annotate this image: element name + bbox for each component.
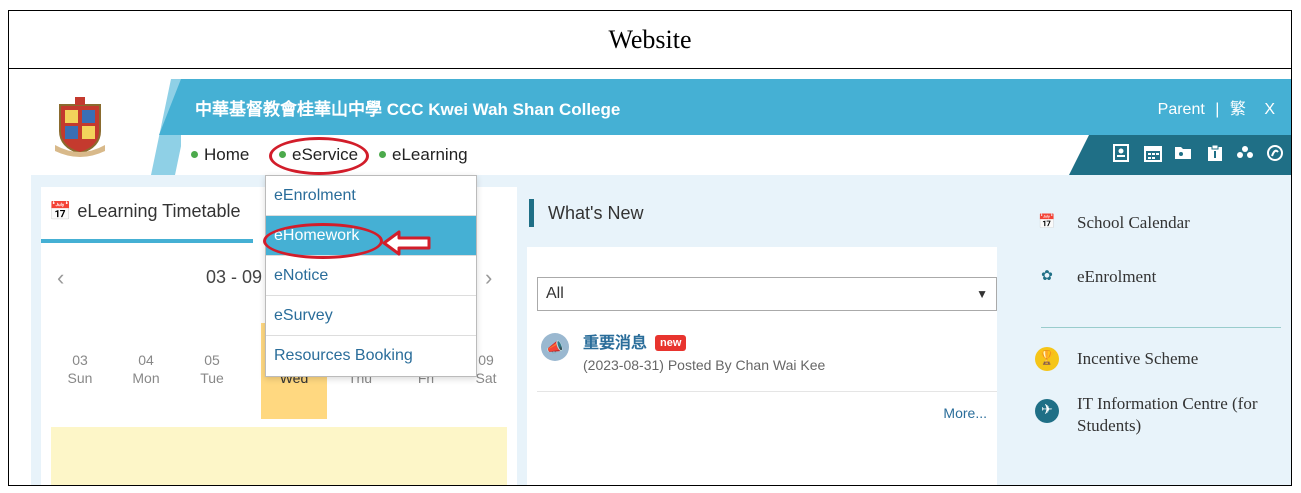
eservice-dropdown-menu: eEnrolment eHomework eNotice eSurvey Res…	[265, 175, 477, 377]
whats-new-panel: What's New All ▼ 📣 重要消息 new (2023-08-31) …	[527, 187, 1005, 485]
nav-home-label: Home	[204, 145, 250, 164]
quick-links-panel: 📅 School Calendar ✿ eEnrolment 🏆 Incenti…	[1017, 187, 1291, 485]
chevron-down-icon: ▼	[976, 287, 988, 301]
school-name: 中華基督教會桂華山中學 CCC Kwei Wah Shan College	[195, 100, 621, 119]
nav-home[interactable]: Home	[191, 135, 249, 175]
it-help-icon[interactable]	[1265, 144, 1285, 164]
trophy-icon: 🏆	[1035, 347, 1059, 371]
news-filter-select[interactable]: All ▼	[537, 277, 997, 311]
language-toggle[interactable]: 繁	[1230, 101, 1246, 118]
user-card-icon[interactable]	[1111, 144, 1131, 164]
week-range: 03 - 09	[206, 267, 263, 287]
divider	[537, 391, 997, 392]
quick-link-label: eEnrolment	[1077, 267, 1157, 286]
menu-item-resources-booking[interactable]: Resources Booking	[266, 336, 476, 376]
clipboard-icon[interactable]	[1205, 144, 1225, 164]
active-tab-indicator	[41, 239, 253, 243]
prev-week-button[interactable]: ‹	[57, 265, 64, 291]
close-button[interactable]: X	[1264, 101, 1275, 118]
timetable-icon: 📅	[49, 201, 72, 221]
quick-link-label: IT Information Centre (for Students)	[1077, 394, 1258, 435]
news-filter-value: All	[546, 285, 564, 302]
nav-bullet-icon	[191, 151, 198, 159]
timetable-body	[51, 427, 507, 485]
timetable-title: 📅 eLearning Timetable	[49, 201, 241, 222]
day-name: Mon	[132, 370, 160, 386]
day-name: Sun	[67, 370, 93, 386]
school-crest-logo[interactable]	[55, 97, 105, 157]
menu-item-enotice[interactable]: eNotice	[266, 256, 476, 296]
megaphone-icon: 📣	[541, 333, 569, 361]
toolbar-icon-bar	[1069, 135, 1291, 175]
news-item-title[interactable]: 重要消息 new	[583, 329, 687, 353]
news-item-meta: (2023-08-31) Posted By Chan Wai Kee	[583, 357, 826, 373]
annotation-arrow-icon	[382, 230, 431, 256]
calendar-icon: 📅	[1038, 215, 1056, 230]
annotation-circle-ehomework	[263, 223, 383, 259]
calendar-icon[interactable]	[1143, 144, 1163, 164]
menu-item-eenrolment[interactable]: eEnrolment	[266, 176, 476, 216]
header-user-controls: Parent | 繁 X	[1158, 95, 1275, 119]
menu-item-esurvey[interactable]: eSurvey	[266, 296, 476, 336]
nav-elearning[interactable]: eLearning	[379, 135, 468, 175]
figure-caption: Website	[9, 11, 1291, 69]
user-role-label[interactable]: Parent	[1158, 101, 1205, 118]
quick-link-label: Incentive Scheme	[1077, 349, 1199, 368]
enrolment-icon: ✿	[1041, 269, 1053, 284]
separator: |	[1215, 101, 1220, 118]
figure-frame: Website 中華基督教會桂華山中學 CCC Kwei Wah Shan Co…	[8, 10, 1292, 486]
day-date: 04	[138, 352, 154, 368]
more-link[interactable]: More...	[943, 405, 987, 421]
day-sun[interactable]: 03 Sun	[55, 351, 105, 387]
website-screenshot: 中華基督教會桂華山中學 CCC Kwei Wah Shan College Pa…	[31, 79, 1291, 485]
annotation-circle-eservice	[269, 137, 369, 175]
folder-icon[interactable]	[1173, 144, 1193, 164]
whats-new-card: All ▼ 📣 重要消息 new (2023-08-31) Posted By C…	[527, 247, 997, 485]
new-badge: new	[655, 335, 687, 351]
quick-link-label: School Calendar	[1077, 213, 1190, 232]
divider	[1041, 327, 1281, 328]
whats-new-title: What's New	[529, 199, 643, 227]
nav-bullet-icon	[379, 151, 386, 159]
day-tue[interactable]: 05 Tue	[187, 351, 237, 387]
day-date: 03	[72, 352, 88, 368]
nav-elearning-label: eLearning	[392, 145, 468, 164]
news-title-text: 重要消息	[583, 335, 648, 352]
timetable-title-text: eLearning Timetable	[77, 201, 241, 221]
next-week-button[interactable]: ›	[485, 265, 492, 291]
group-icon[interactable]	[1235, 144, 1255, 164]
day-date: 05	[204, 352, 220, 368]
day-name: Tue	[200, 370, 224, 386]
day-mon[interactable]: 04 Mon	[121, 351, 171, 387]
it-help-icon: ✈	[1035, 399, 1059, 423]
